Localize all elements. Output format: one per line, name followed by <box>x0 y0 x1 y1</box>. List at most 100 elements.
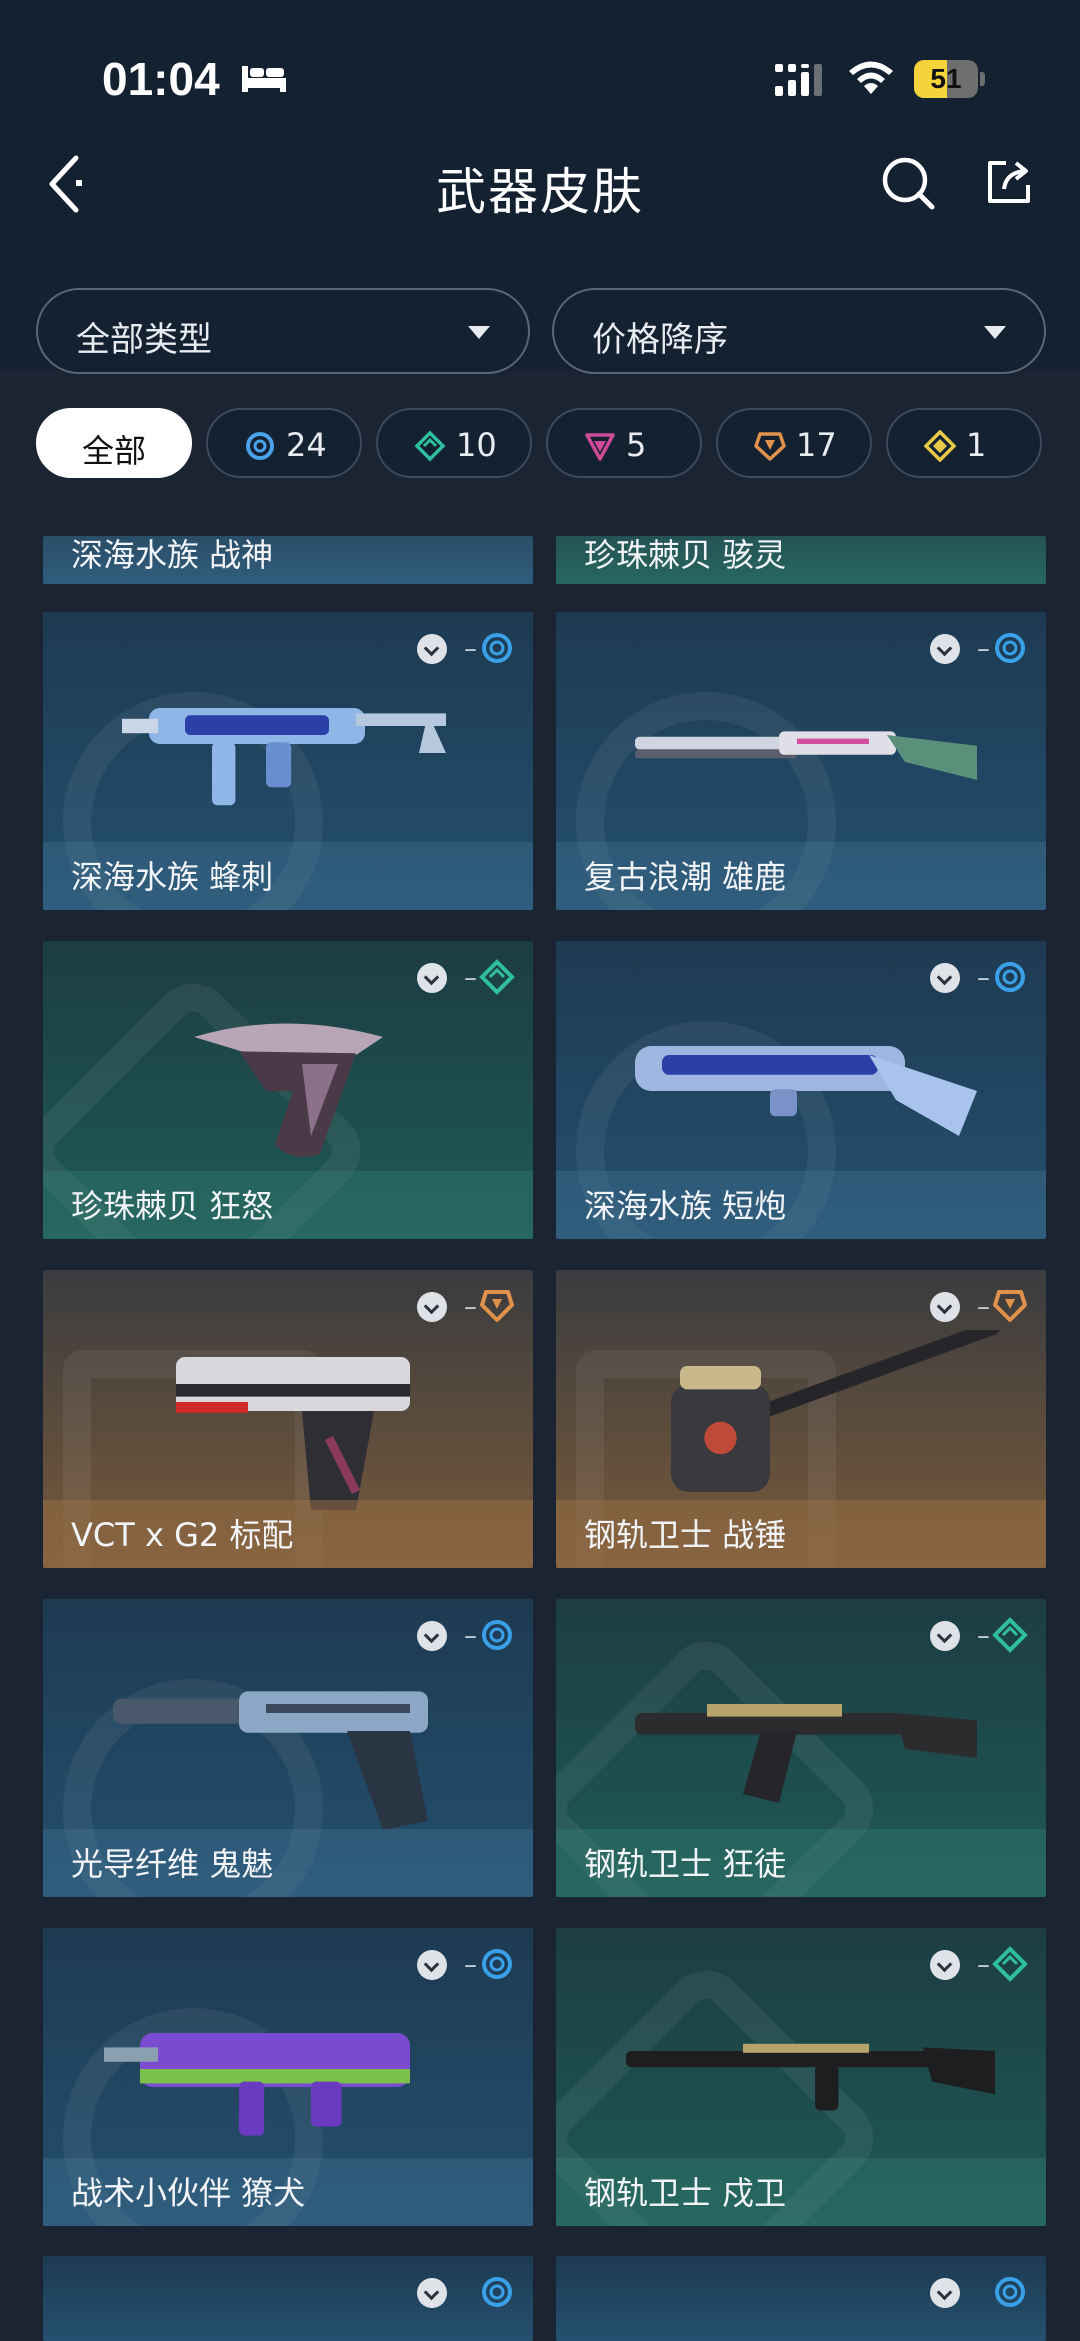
check-icon <box>930 634 960 664</box>
tier-chip-count: 17 <box>796 426 837 464</box>
exclusive-tier-icon <box>754 432 786 461</box>
skin-name: 战术小伙伴 獠犬 <box>71 2174 306 2212</box>
owned-status: – <box>464 1950 477 1980</box>
deluxe-tier-icon <box>479 959 515 995</box>
skin-card[interactable]: – 光导纤维 鬼魅 <box>43 1599 533 1897</box>
sort-dropdown[interactable]: 价格降序 <box>552 288 1046 374</box>
chevron-down-icon <box>984 326 1006 339</box>
check-icon <box>930 1621 960 1651</box>
skin-name: 深海水族 战神 <box>71 536 274 574</box>
tier-chip-ultra[interactable]: 1 <box>886 408 1042 478</box>
skin-card[interactable]: – 复古浪潮 雄鹿 <box>556 612 1046 910</box>
cellular-signal-icon <box>775 64 822 96</box>
skin-name: 光导纤维 鬼魅 <box>71 1845 274 1883</box>
battery-indicator: 51 <box>914 60 986 98</box>
deluxe-tier-icon <box>992 1946 1028 1982</box>
tier-chip-select[interactable]: 24 <box>206 408 362 478</box>
owned-status: – <box>464 1292 477 1322</box>
weapon-image <box>635 1046 977 1136</box>
skin-card[interactable]: 珍珠棘贝 骇灵 <box>556 536 1046 584</box>
check-icon <box>417 2278 447 2308</box>
type-filter-dropdown[interactable]: 全部类型 <box>36 288 530 374</box>
skin-card[interactable]: – 钢轨卫士 战锤 <box>556 1270 1046 1568</box>
check-icon <box>417 634 447 664</box>
check-icon <box>930 2278 960 2308</box>
weapon-image <box>104 2033 410 2136</box>
exclusive-tier-icon <box>480 1290 514 1322</box>
tier-chip-deluxe[interactable]: 10 <box>376 408 532 478</box>
wifi-icon <box>849 61 893 94</box>
skin-name: 深海水族 蜂刺 <box>71 858 274 896</box>
ultra-tier-icon <box>924 430 956 462</box>
status-time: 01:04 <box>102 53 220 105</box>
owned-status: – <box>464 963 477 993</box>
check-icon <box>417 1621 447 1651</box>
skin-card[interactable]: – 深海水族 短炮 <box>556 941 1046 1239</box>
tier-chip-count: 10 <box>456 426 497 464</box>
weapon-image <box>176 1357 410 1510</box>
skin-card[interactable] <box>43 2256 533 2341</box>
owned-status: – <box>977 634 990 664</box>
skin-name: 钢轨卫士 狂徒 <box>584 1845 787 1883</box>
skin-name: 钢轨卫士 战锤 <box>584 1516 787 1554</box>
skin-name: VCT x G2 标配 <box>71 1516 294 1554</box>
battery-level: 51 <box>930 63 962 94</box>
select-tier-icon <box>246 432 274 460</box>
tier-chip-premium[interactable]: 5 <box>546 408 702 478</box>
owned-status: – <box>464 1621 477 1651</box>
skin-card[interactable] <box>556 2256 1046 2341</box>
skin-card[interactable]: – 珍珠棘贝 狂怒 <box>43 941 533 1239</box>
owned-status: – <box>977 1950 990 1980</box>
tier-chip-count: 1 <box>966 426 987 464</box>
skin-name: 珍珠棘贝 狂怒 <box>71 1187 274 1225</box>
owned-status: – <box>977 1621 990 1651</box>
skin-name: 复古浪潮 雄鹿 <box>584 858 787 896</box>
skin-card[interactable]: – 战术小伙伴 獠犬 <box>43 1928 533 2226</box>
weapon-image <box>626 2043 995 2111</box>
check-icon <box>930 963 960 993</box>
premium-tier-icon <box>585 433 615 461</box>
skin-card[interactable]: – 钢轨卫士 狂徒 <box>556 1599 1046 1897</box>
skin-card[interactable]: – 深海水族 蜂刺 <box>43 612 533 910</box>
skin-name: 钢轨卫士 戍卫 <box>584 2174 787 2212</box>
skin-card[interactable]: – 钢轨卫士 戍卫 <box>556 1928 1046 2226</box>
exclusive-tier-icon <box>993 1290 1027 1322</box>
select-tier-icon <box>482 633 512 663</box>
status-bar: 01:04 51 <box>0 0 1080 130</box>
tier-chip-count: 24 <box>286 426 327 464</box>
select-tier-icon <box>482 1949 512 1979</box>
weapon-image <box>194 1023 383 1157</box>
tier-chip-all[interactable]: 全部 <box>36 408 192 478</box>
weapon-image <box>635 731 977 780</box>
weapon-image <box>113 1691 428 1830</box>
weapon-image <box>671 1330 1000 1492</box>
select-tier-icon <box>482 2277 512 2307</box>
sleep-focus-icon <box>242 66 286 92</box>
skin-card[interactable]: – VCT x G2 标配 <box>43 1270 533 1568</box>
chevron-down-icon <box>468 326 490 339</box>
tier-chip-exclusive[interactable]: 17 <box>716 408 872 478</box>
check-icon <box>417 1292 447 1322</box>
check-icon <box>417 963 447 993</box>
select-tier-icon <box>995 962 1025 992</box>
weapon-image <box>122 708 446 806</box>
type-filter-label: 全部类型 <box>76 320 212 360</box>
owned-status: – <box>464 634 477 664</box>
select-tier-icon <box>482 1620 512 1650</box>
skin-card[interactable]: 深海水族 战神 <box>43 536 533 584</box>
deluxe-tier-icon <box>414 430 446 462</box>
weapon-image <box>635 1704 977 1803</box>
check-icon <box>930 1292 960 1322</box>
tier-chip-count: 5 <box>626 426 647 464</box>
skin-name: 深海水族 短炮 <box>584 1187 787 1225</box>
select-tier-icon <box>995 633 1025 663</box>
sort-label: 价格降序 <box>592 320 728 360</box>
check-icon <box>930 1950 960 1980</box>
deluxe-tier-icon <box>992 1617 1028 1653</box>
select-tier-icon <box>995 2277 1025 2307</box>
search-icon[interactable] <box>880 155 936 211</box>
share-icon[interactable] <box>984 157 1034 207</box>
owned-status: – <box>977 1292 990 1322</box>
skin-name: 珍珠棘贝 骇灵 <box>584 536 787 574</box>
owned-status: – <box>977 963 990 993</box>
